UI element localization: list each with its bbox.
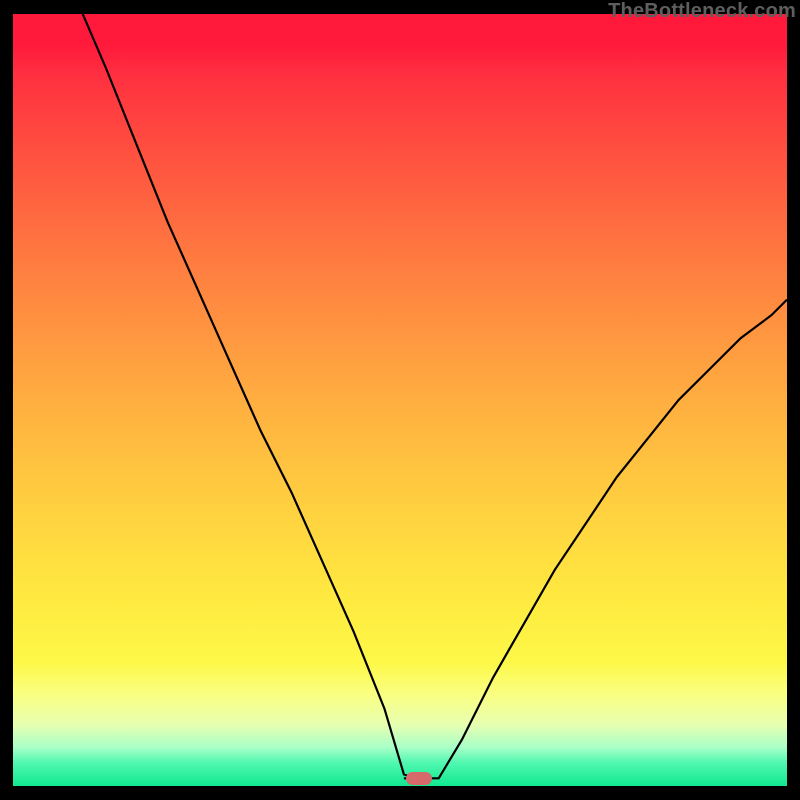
optimal-marker (406, 772, 432, 785)
brand-watermark: TheBottleneck.com (608, 0, 796, 23)
curve-path (83, 14, 787, 778)
chart-plot-area (13, 14, 787, 786)
bottleneck-curve (13, 14, 787, 786)
